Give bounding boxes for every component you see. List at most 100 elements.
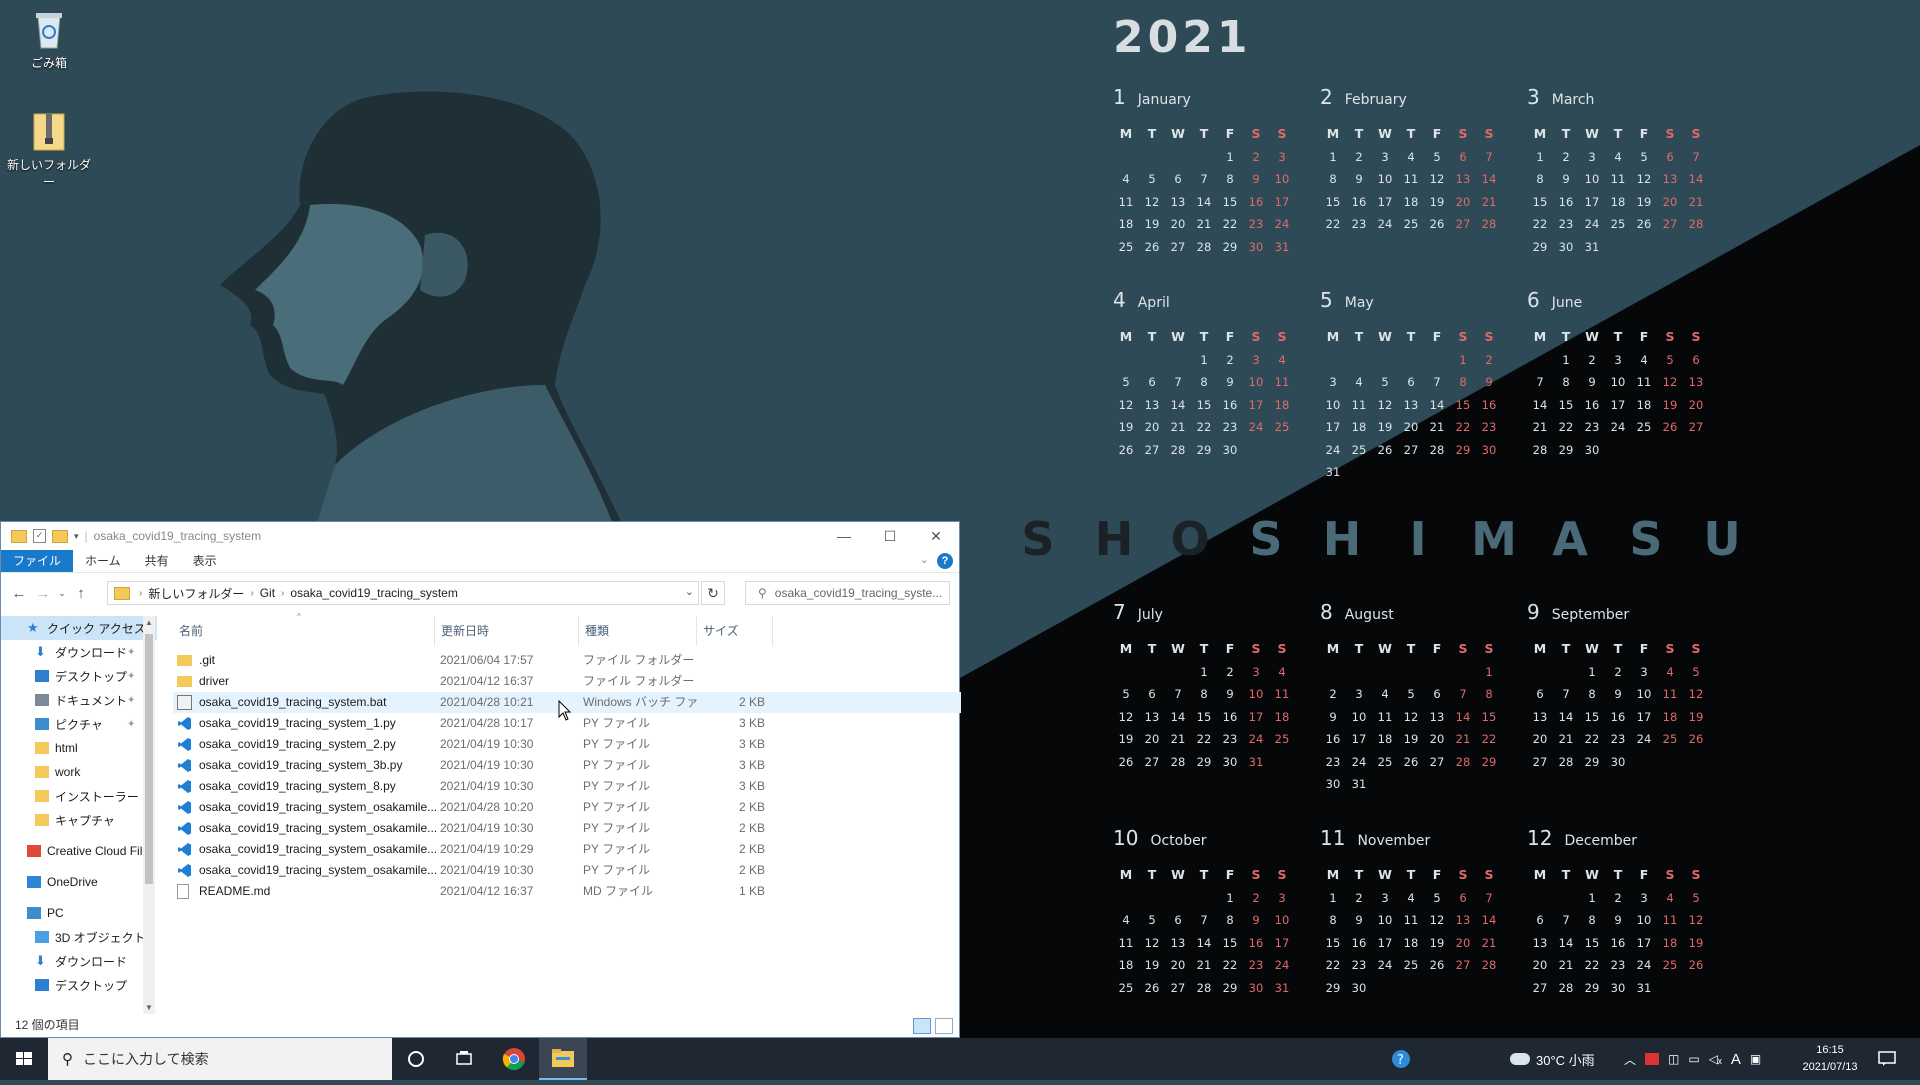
nav-item[interactable]: ピクチャ ✦ xyxy=(1,712,157,736)
weekday-header: M xyxy=(1326,126,1340,141)
calendar-day: 26 xyxy=(1118,754,1134,769)
help-icon[interactable]: ? xyxy=(937,553,953,569)
file-row[interactable]: osaka_covid19_tracing_system_osakamile..… xyxy=(173,797,961,818)
nav-item[interactable]: ⬇ ダウンロード ✦ xyxy=(1,640,157,664)
new-folder-icon[interactable] xyxy=(52,529,68,543)
cortana-icon[interactable] xyxy=(392,1038,440,1080)
address-dropdown-icon[interactable]: ⌄ xyxy=(685,585,694,598)
calendar-day: 30 xyxy=(1325,777,1341,791)
up-button[interactable]: ↑ xyxy=(69,585,93,602)
column-name[interactable]: 名前 xyxy=(173,616,435,646)
taskbar-search-input[interactable]: ⚲ ここに入力して検索 xyxy=(48,1038,392,1080)
weekday-header: S xyxy=(1458,329,1468,344)
task-view-icon[interactable] xyxy=(440,1038,488,1080)
breadcrumb-current-folder[interactable]: osaka_covid19_tracing_system xyxy=(290,586,457,600)
file-explorer-window[interactable]: ✓ ▾ | osaka_covid19_tracing_system — ☐ ✕… xyxy=(0,521,961,1038)
tab-home[interactable]: ホーム xyxy=(73,550,133,572)
file-row[interactable]: driver 2021/04/12 16:37 ファイル フォルダー xyxy=(173,671,961,692)
navigation-scrollbar[interactable]: ▲ ▼ xyxy=(143,616,155,1014)
title-bar[interactable]: ✓ ▾ | osaka_covid19_tracing_system — ☐ ✕ xyxy=(1,522,959,550)
onedrive-icon xyxy=(27,876,41,888)
month-number: 11 xyxy=(1320,826,1346,850)
back-button[interactable]: ← xyxy=(7,585,31,602)
ime-mode-indicator[interactable]: A xyxy=(1731,1051,1741,1068)
nav-item[interactable]: 3D オブジェクト xyxy=(1,925,157,949)
file-type: MD ファイル xyxy=(583,884,653,898)
nav-item[interactable]: Creative Cloud Files xyxy=(1,839,157,863)
nav-item[interactable]: デスクトップ xyxy=(1,973,157,997)
file-row[interactable]: osaka_covid19_tracing_system_osakamile..… xyxy=(173,839,961,860)
recent-locations-icon[interactable]: ⌄ xyxy=(55,588,69,599)
vscode-file-icon xyxy=(177,716,192,731)
security-icon[interactable]: ◫ xyxy=(1668,1052,1679,1066)
weather-widget[interactable]: 30°C 小雨 xyxy=(1510,1038,1595,1080)
calendar-day: 26 xyxy=(1688,958,1704,972)
ime-options-icon[interactable]: ▣ xyxy=(1750,1052,1761,1066)
file-row[interactable]: osaka_covid19_tracing_system_osakamile..… xyxy=(173,818,961,839)
help-tray-icon[interactable]: ? xyxy=(1390,1038,1412,1080)
chrome-icon[interactable] xyxy=(490,1038,538,1080)
nav-item[interactable]: ⬇ ダウンロード xyxy=(1,949,157,973)
portrait-image xyxy=(220,91,625,530)
tab-file[interactable]: ファイル xyxy=(1,550,74,572)
column-type[interactable]: 種類 xyxy=(579,616,697,646)
calendar-day: 17 xyxy=(1377,194,1393,209)
start-button[interactable] xyxy=(0,1038,48,1080)
calendar-day: 8 xyxy=(1588,687,1596,701)
file-explorer-icon[interactable] xyxy=(539,1038,587,1080)
details-view-button[interactable] xyxy=(913,1018,931,1034)
clock[interactable]: 16:15 2021/07/13 xyxy=(1790,1042,1870,1076)
recycle-bin[interactable]: ごみ箱 xyxy=(4,8,94,71)
breadcrumb-new-folder[interactable]: 新しいフォルダー xyxy=(148,585,244,602)
nav-item[interactable]: OneDrive xyxy=(1,870,157,894)
new-folder-desktop-icon[interactable]: 新しいフォルダー xyxy=(4,110,94,190)
month-number: 9 xyxy=(1527,600,1540,624)
file-row[interactable]: osaka_covid19_tracing_system_2.py 2021/04… xyxy=(173,734,961,755)
nav-item[interactable]: キャプチャ xyxy=(1,808,157,832)
calendar-day: 13 xyxy=(1170,194,1186,209)
search-input[interactable]: ⚲ osaka_covid19_tracing_syste... xyxy=(745,581,950,605)
nav-item[interactable]: インストーラー xyxy=(1,784,157,808)
address-bar[interactable]: › 新しいフォルダー › Git › osaka_covid19_tracing… xyxy=(107,581,699,605)
refresh-button[interactable]: ↻ xyxy=(701,581,725,605)
file-row[interactable]: osaka_covid19_tracing_system_8.py 2021/04… xyxy=(173,776,961,797)
close-button[interactable]: ✕ xyxy=(913,522,959,550)
nav-item[interactable]: PC xyxy=(1,901,157,925)
calendar-day: 23 xyxy=(1558,217,1574,231)
customize-toolbar-icon[interactable]: ▾ xyxy=(74,531,79,542)
show-hidden-icons-icon[interactable]: ︿ xyxy=(1624,1051,1636,1068)
file-row[interactable]: osaka_covid19_tracing_system_osakamile..… xyxy=(173,860,961,881)
file-row[interactable]: README.md 2021/04/12 16:37 MD ファイル 1 KB xyxy=(173,881,961,902)
weekday-header: T xyxy=(1199,126,1209,141)
forward-button[interactable]: → xyxy=(31,585,55,602)
maximize-button[interactable]: ☐ xyxy=(867,522,913,550)
nav-item[interactable]: work xyxy=(1,760,157,784)
acrobat-icon[interactable] xyxy=(1645,1053,1660,1065)
tab-view[interactable]: 表示 xyxy=(181,550,229,572)
calendar-day: 14 xyxy=(1170,709,1186,724)
file-row[interactable]: .git 2021/06/04 17:57 ファイル フォルダー xyxy=(173,650,961,671)
column-date[interactable]: 更新日時 xyxy=(435,616,579,646)
tab-share[interactable]: 共有 xyxy=(133,550,181,572)
large-icons-view-button[interactable] xyxy=(935,1018,953,1034)
file-row[interactable]: osaka_covid19_tracing_system_3b.py 2021/0… xyxy=(173,755,961,776)
nav-item[interactable]: html xyxy=(1,736,157,760)
column-size[interactable]: サイズ xyxy=(697,616,773,646)
nav-item[interactable]: デスクトップ ✦ xyxy=(1,664,157,688)
minimize-button[interactable]: — xyxy=(821,522,867,550)
file-type: PY ファイル xyxy=(583,737,651,751)
month-name: August xyxy=(1344,607,1394,623)
volume-muted-icon[interactable]: ◁ₓ xyxy=(1709,1052,1722,1066)
network-icon[interactable]: ▭ xyxy=(1688,1052,1699,1066)
nav-item[interactable]: ★ クイック アクセス xyxy=(1,616,157,640)
calendar-day: 6 xyxy=(1433,687,1441,701)
calendar-day: 4 xyxy=(1278,352,1286,367)
notification-icon[interactable] xyxy=(1878,1038,1896,1080)
calendar-day: 1 xyxy=(1459,352,1467,367)
month-number: 1 xyxy=(1113,85,1126,109)
mouse-cursor xyxy=(558,700,572,721)
expand-ribbon-icon[interactable]: ⌄ xyxy=(920,553,929,566)
nav-item[interactable]: ドキュメント ✦ xyxy=(1,688,157,712)
properties-icon[interactable]: ✓ xyxy=(33,529,46,543)
breadcrumb-git[interactable]: Git xyxy=(260,586,275,600)
